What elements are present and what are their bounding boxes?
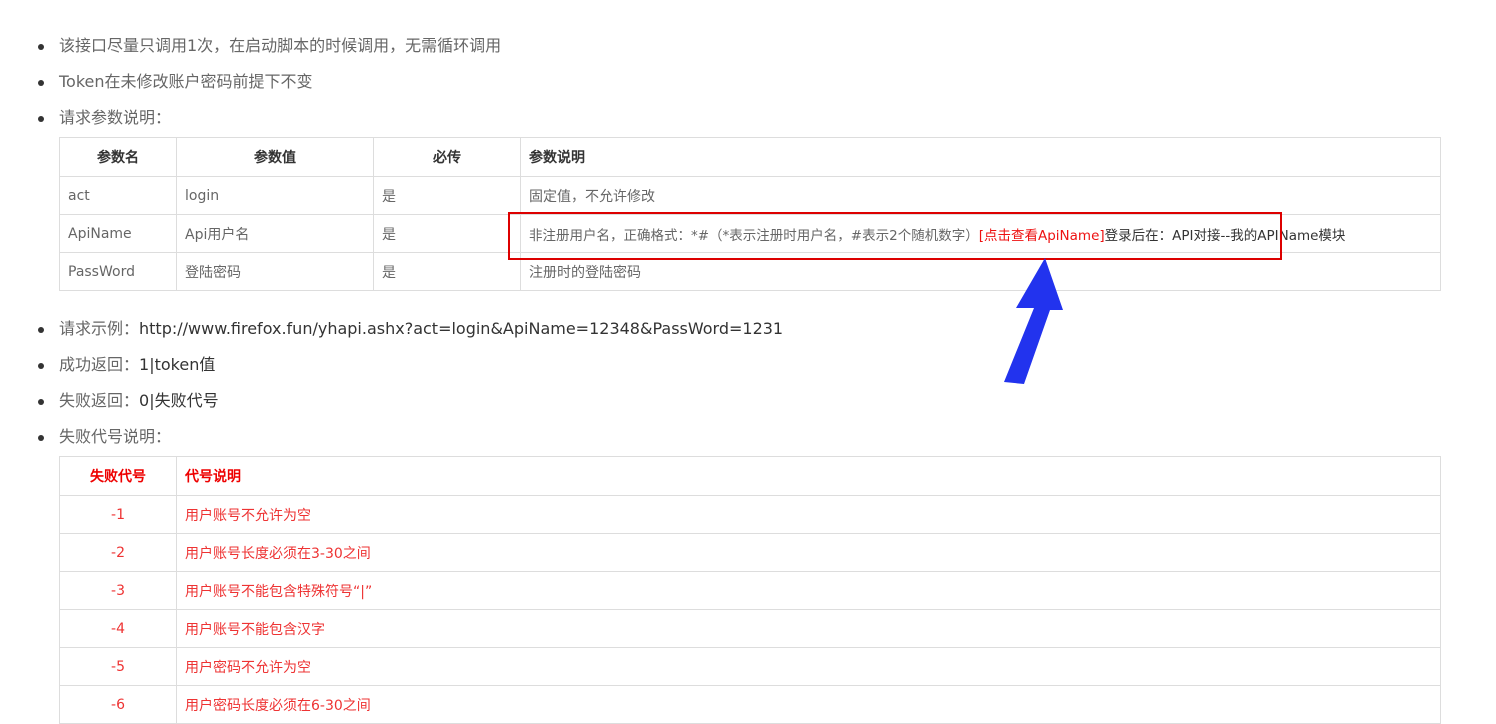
table-row: -1 用户账号不允许为空 [59, 495, 1441, 534]
table-header: 代号说明 [176, 456, 1441, 496]
param-name: act [59, 176, 177, 215]
param-required: 是 [373, 176, 521, 215]
fail-return: 0|失败代号 [139, 391, 219, 410]
request-example-url: http://www.firefox.fun/yhapi.ashx?act=lo… [139, 319, 784, 338]
table-row: -2 用户账号长度必须在3-30之间 [59, 533, 1441, 572]
table-row: -4 用户账号不能包含汉字 [59, 609, 1441, 648]
bullet-dot [38, 363, 44, 369]
error-desc: 用户密码不允许为空 [176, 647, 1441, 686]
table-header: 参数值 [176, 137, 374, 177]
error-desc: 用户账号不能包含汉字 [176, 609, 1441, 648]
param-name: ApiName [59, 214, 177, 253]
param-value: 登陆密码 [176, 252, 374, 291]
table-header-row: 参数名 参数值 必传 参数说明 [59, 137, 1441, 177]
table-row: -3 用户账号不能包含特殊符号“|” [59, 571, 1441, 610]
list-item-text: 请求参数说明： [59, 108, 172, 127]
param-required: 是 [373, 252, 521, 291]
error-desc: 用户账号不允许为空 [176, 495, 1441, 534]
list-item-label: 请求示例： [59, 319, 140, 338]
error-code-table: 失败代号 代号说明 -1 用户账号不允许为空 -2 用户账号长度必须在3-30之… [59, 456, 1441, 724]
param-desc: 固定值，不允许修改 [520, 176, 1441, 215]
bullet-dot [38, 435, 44, 441]
list-item-text: Token在未修改账户密码前提下不变 [59, 72, 313, 91]
table-header: 必传 [373, 137, 521, 177]
highlight-box [508, 212, 1282, 260]
table-row: -5 用户密码不允许为空 [59, 647, 1441, 686]
error-code: -5 [59, 647, 177, 686]
error-code: -1 [59, 495, 177, 534]
list-item-label: 失败返回： [59, 391, 140, 410]
table-header: 参数名 [59, 137, 177, 177]
bullet-dot [38, 44, 44, 50]
bullet-dot [38, 327, 44, 333]
error-code: -3 [59, 571, 177, 610]
bullet-dot [38, 80, 44, 86]
param-value: login [176, 176, 374, 215]
error-code: -2 [59, 533, 177, 572]
param-name: PassWord [59, 252, 177, 291]
arrow-up-icon [1004, 258, 1063, 384]
param-required: 是 [373, 214, 521, 253]
table-header-row: 失败代号 代号说明 [59, 456, 1441, 496]
error-desc: 用户账号长度必须在3-30之间 [176, 533, 1441, 572]
error-code: -4 [59, 609, 177, 648]
list-item-text: 该接口尽量只调用1次，在启动脚本的时候调用，无需循环调用 [59, 36, 502, 55]
list-item-label: 成功返回： [59, 355, 140, 374]
table-header: 失败代号 [59, 456, 177, 496]
table-row: act login 是 固定值，不允许修改 [59, 176, 1441, 215]
bullet-dot [38, 399, 44, 405]
bullet-dot [38, 116, 44, 122]
table-header: 参数说明 [520, 137, 1441, 177]
error-desc: 用户账号不能包含特殊符号“|” [176, 571, 1441, 610]
success-return: 1|token值 [139, 355, 216, 374]
param-value: Api用户名 [176, 214, 374, 253]
list-item-label: 失败代号说明： [59, 427, 172, 446]
doc-content: 该接口尽量只调用1次，在启动脚本的时候调用，无需循环调用 Token在未修改账户… [0, 0, 1496, 724]
